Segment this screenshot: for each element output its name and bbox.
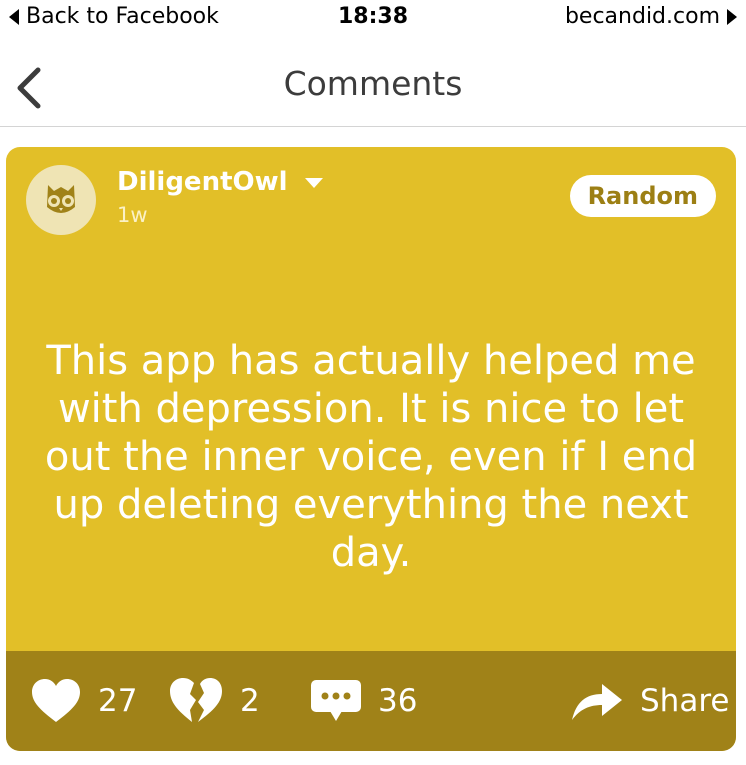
site-url: becandid.com bbox=[564, 4, 720, 29]
right-triangle-icon bbox=[727, 8, 737, 25]
post-timestamp: 1w bbox=[117, 203, 148, 227]
avatar[interactable] bbox=[26, 165, 96, 235]
post-actions: 27 2 36 Share bbox=[6, 651, 736, 751]
like-button[interactable]: 27 bbox=[30, 651, 137, 751]
like-count: 27 bbox=[98, 683, 138, 719]
post-card: DiligentOwl 1w Random This app has actua… bbox=[6, 147, 736, 751]
site-link[interactable]: becandid.com bbox=[565, 4, 738, 29]
comments-button[interactable]: 36 bbox=[310, 651, 417, 751]
owl-icon bbox=[47, 185, 75, 213]
heart-icon bbox=[32, 679, 80, 722]
speech-bubble-icon bbox=[311, 680, 361, 721]
username[interactable]: DiligentOwl bbox=[117, 167, 324, 197]
status-bar: Back to Facebook 18:38 becandid.com bbox=[0, 0, 746, 34]
nav-bar: Comments bbox=[0, 40, 746, 127]
broken-heart-button[interactable]: 2 bbox=[168, 651, 260, 751]
caret-down-icon bbox=[304, 178, 323, 188]
page-title: Comments bbox=[283, 64, 463, 103]
post-text: This app has actually helped me with dep… bbox=[44, 338, 698, 576]
dislike-count: 2 bbox=[240, 683, 260, 719]
share-label: Share bbox=[640, 683, 730, 719]
share-arrow-icon bbox=[572, 684, 622, 720]
comment-count: 36 bbox=[378, 683, 418, 719]
username-label: DiligentOwl bbox=[117, 167, 288, 197]
category-tag[interactable]: Random bbox=[569, 175, 716, 217]
broken-heart-icon bbox=[170, 678, 222, 722]
share-button[interactable]: Share bbox=[570, 651, 729, 751]
